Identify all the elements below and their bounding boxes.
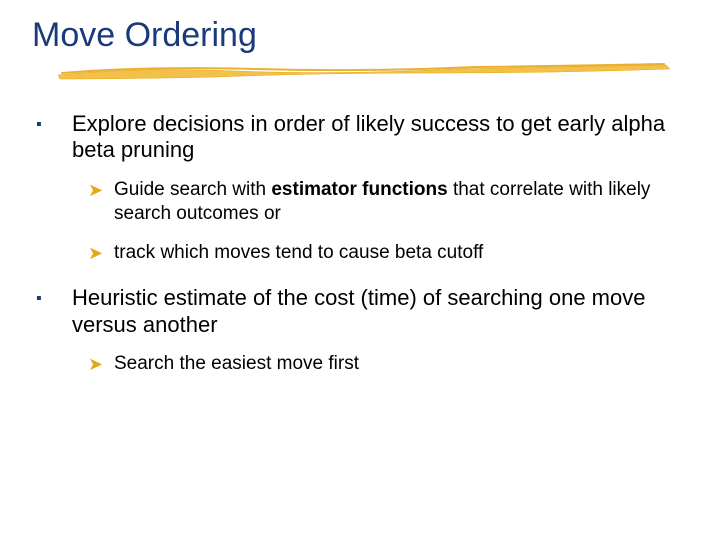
bullet-item: ▪ Heuristic estimate of the cost (time) … [36, 285, 696, 338]
sub-bullet-list: ➤ Guide search with estimator functions … [36, 178, 696, 266]
bullet-text: Explore decisions in order of likely suc… [72, 111, 696, 164]
arrow-bullet-icon: ➤ [88, 178, 114, 202]
sub-bullet-item: ➤ track which moves tend to cause beta c… [88, 241, 696, 265]
square-bullet-icon: ▪ [36, 111, 72, 139]
sub-bullet-text: Guide search with estimator functions th… [114, 178, 696, 226]
slide-title: Move Ordering [32, 16, 696, 55]
bullet-text: Heuristic estimate of the cost (time) of… [72, 285, 696, 338]
sub-bullet-list: ➤ Search the easiest move first [36, 352, 696, 376]
sub-bullet-item: ➤ Guide search with estimator functions … [88, 178, 696, 226]
bullet-list: ▪ Explore decisions in order of likely s… [36, 111, 696, 376]
sub-bullet-item: ➤ Search the easiest move first [88, 352, 696, 376]
arrow-bullet-icon: ➤ [88, 241, 114, 265]
arrow-bullet-icon: ➤ [88, 352, 114, 376]
square-bullet-icon: ▪ [36, 285, 72, 313]
brush-underline-graphic [56, 61, 696, 83]
sub-bullet-text: Search the easiest move first [114, 352, 359, 376]
bullet-item: ▪ Explore decisions in order of likely s… [36, 111, 696, 164]
sub-bullet-text: track which moves tend to cause beta cut… [114, 241, 483, 265]
